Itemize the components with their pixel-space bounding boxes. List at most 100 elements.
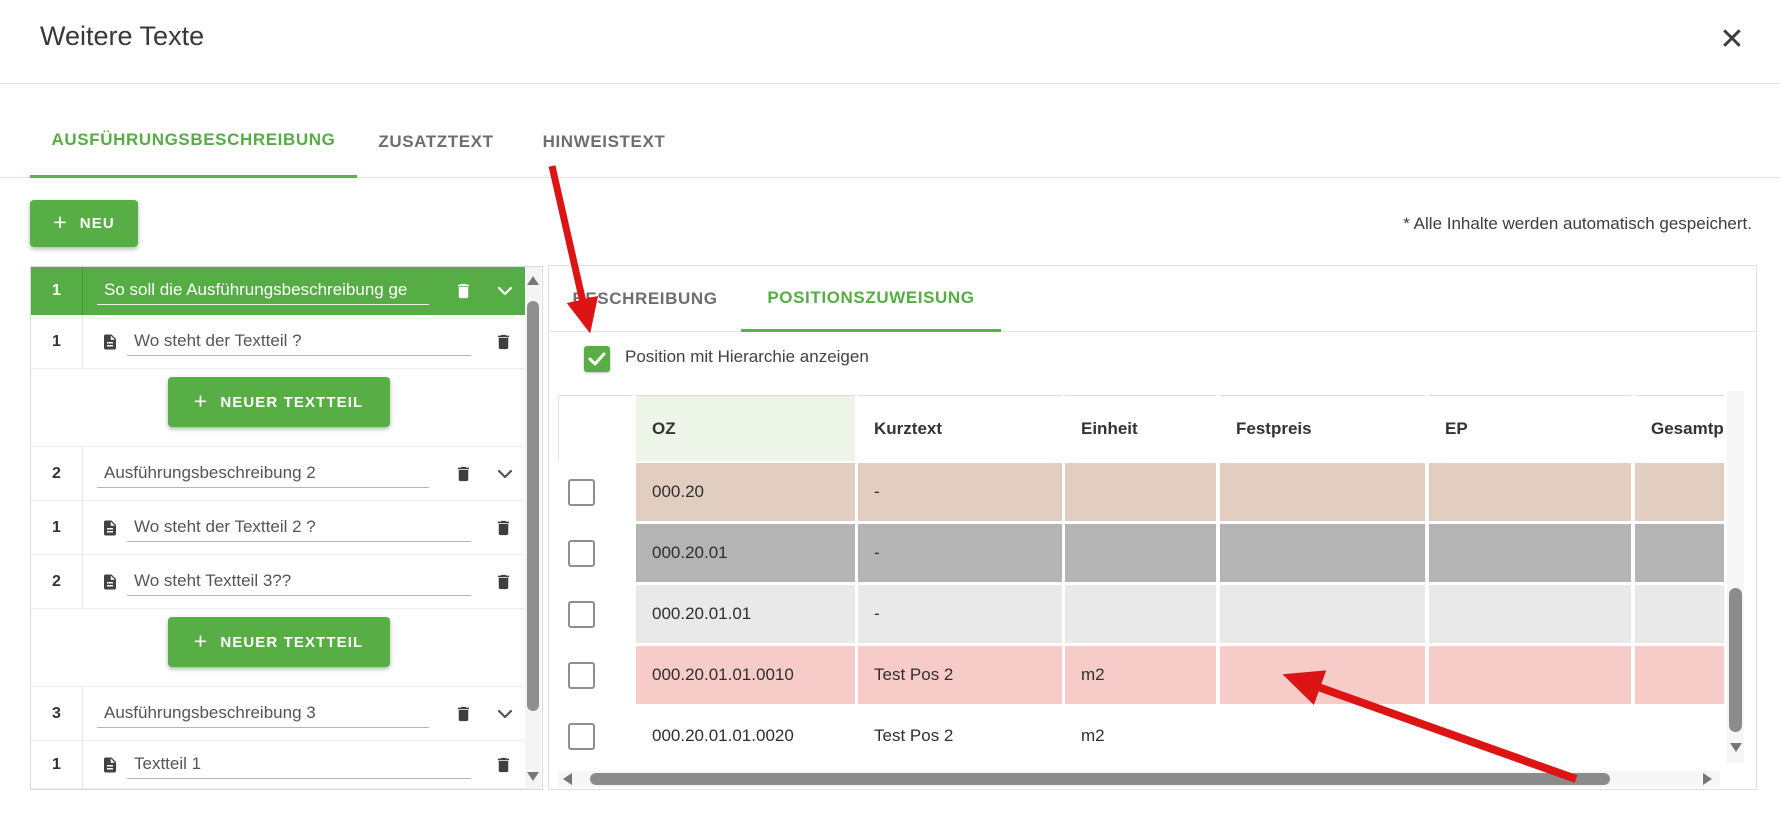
delete-part-button[interactable] — [492, 517, 514, 539]
check-icon — [588, 352, 606, 366]
hierarchy-checkbox[interactable] — [584, 346, 610, 372]
row-checkbox[interactable] — [568, 662, 595, 689]
group-title-input[interactable]: Ausführungsbeschreibung 3 — [97, 700, 429, 728]
text-part-row: 1Wo steht der Textteil ? — [31, 315, 526, 369]
cell-oz: 000.20.01 — [636, 524, 855, 582]
tab-label: BESCHREIBUNG — [572, 289, 717, 309]
new-button[interactable]: + NEU — [30, 200, 138, 247]
text-group-row[interactable]: 3Ausführungsbeschreibung 3 — [31, 687, 526, 741]
scroll-down-icon[interactable] — [1730, 743, 1742, 752]
document-icon — [101, 518, 119, 538]
group-title-input[interactable]: Ausführungsbeschreibung 2 — [97, 460, 429, 488]
cell-ep — [1429, 524, 1631, 582]
add-part-section: +NEUER TEXTTEIL — [31, 617, 526, 687]
scroll-down-icon[interactable] — [527, 772, 539, 781]
cell-festpreis — [1220, 524, 1425, 582]
part-number: 1 — [31, 741, 83, 788]
cell-kurztext: - — [858, 463, 1062, 521]
trash-icon — [494, 572, 513, 592]
row-checkbox[interactable] — [568, 479, 595, 506]
tab-hinweistext[interactable]: HINWEISTEXT — [536, 105, 672, 178]
cell-gesamtpreis — [1635, 646, 1724, 704]
cell-einheit — [1065, 463, 1216, 521]
scroll-left-icon[interactable] — [563, 773, 572, 785]
group-number: 2 — [31, 447, 83, 500]
table-horizontal-scrollbar[interactable] — [558, 771, 1720, 787]
table-vscrollbar-thumb[interactable] — [1729, 588, 1742, 732]
list-scrollbar-thumb[interactable] — [527, 301, 539, 711]
neuer-textteil-button[interactable]: +NEUER TEXTTEIL — [168, 377, 390, 427]
document-icon — [101, 755, 119, 775]
part-text-input[interactable]: Wo steht Textteil 3?? — [127, 568, 471, 596]
tab-beschreibung[interactable]: BESCHREIBUNG — [569, 266, 721, 332]
delete-part-button[interactable] — [492, 571, 514, 593]
tab-label: HINWEISTEXT — [543, 132, 666, 152]
text-part-row: 2 Wo steht Textteil 3?? — [31, 555, 526, 609]
group-title-input[interactable]: So soll die Ausführungsbeschreibung ge — [97, 277, 429, 305]
table-header-checkbox-column — [558, 395, 633, 461]
part-text-input[interactable]: Wo steht der Textteil ? — [127, 328, 471, 356]
row-checkbox[interactable] — [568, 601, 595, 628]
cell-gesamtpreis — [1635, 524, 1724, 582]
row-checkbox-cell — [558, 707, 633, 765]
detail-panel: BESCHREIBUNG POSITIONSZUWEISUNG Position… — [548, 265, 1757, 790]
list-scrollbar[interactable] — [525, 267, 541, 789]
cell-einheit — [1065, 585, 1216, 643]
row-checkbox-cell — [558, 585, 633, 643]
cell-ep — [1429, 463, 1631, 521]
trash-icon — [494, 755, 513, 775]
scroll-up-icon[interactable] — [527, 276, 539, 285]
table-vertical-scrollbar[interactable] — [1727, 391, 1744, 790]
plus-icon: + — [194, 628, 209, 655]
collapse-group-button[interactable] — [494, 703, 516, 725]
delete-part-button[interactable] — [492, 754, 514, 776]
column-header-einheit: Einheit — [1065, 395, 1216, 461]
row-checkbox[interactable] — [568, 540, 595, 567]
dialog-title: Weitere Texte — [40, 21, 204, 52]
tab-label: POSITIONSZUWEISUNG — [767, 288, 974, 308]
cell-kurztext: - — [858, 524, 1062, 582]
tab-ausfuehrungsbeschreibung[interactable]: AUSFÜHRUNGSBESCHREIBUNG — [30, 105, 357, 178]
table-hscrollbar-thumb[interactable] — [590, 773, 1610, 785]
cell-ep — [1429, 646, 1631, 704]
cell-festpreis — [1220, 585, 1425, 643]
cell-ep — [1429, 585, 1631, 643]
neuer-textteil-button[interactable]: +NEUER TEXTTEIL — [168, 617, 390, 667]
text-group-row[interactable]: 1So soll die Ausführungsbeschreibung ge — [31, 267, 526, 315]
part-text-input[interactable]: Wo steht der Textteil 2 ? — [127, 514, 471, 542]
trash-icon — [454, 464, 473, 484]
cell-kurztext: - — [858, 585, 1062, 643]
cell-festpreis — [1220, 646, 1425, 704]
text-group-row[interactable]: 2 Ausführungsbeschreibung 2 — [31, 447, 526, 501]
collapse-group-button[interactable] — [494, 280, 516, 302]
cell-gesamtpreis — [1635, 707, 1724, 765]
delete-part-button[interactable] — [492, 331, 514, 353]
cell-kurztext: Test Pos 2 — [858, 646, 1062, 704]
row-checkbox-cell — [558, 524, 633, 582]
scroll-right-icon[interactable] — [1703, 773, 1712, 785]
part-number: 2 — [31, 555, 83, 608]
delete-group-button[interactable] — [452, 703, 474, 725]
cell-oz: 000.20.01.01.0010 — [636, 646, 855, 704]
cell-einheit — [1065, 524, 1216, 582]
delete-group-button[interactable] — [452, 463, 474, 485]
delete-group-button[interactable] — [452, 280, 474, 302]
close-button[interactable]: ✕ — [1712, 20, 1752, 60]
part-number: 1 — [31, 501, 83, 554]
row-checkbox-cell — [558, 463, 633, 521]
header-divider — [0, 83, 1780, 84]
chevron-down-icon — [497, 286, 513, 296]
column-header-gesamtpreis: Gesamtpr — [1635, 395, 1724, 461]
document-icon — [101, 332, 119, 352]
close-icon: ✕ — [1719, 23, 1744, 56]
part-text-input[interactable]: Textteil 1 — [127, 751, 471, 779]
row-checkbox[interactable] — [568, 723, 595, 750]
text-groups-list: 1So soll die Ausführungsbeschreibung ge1… — [30, 266, 543, 790]
cell-ep — [1429, 707, 1631, 765]
collapse-group-button[interactable] — [494, 463, 516, 485]
weitere-texte-dialog: Weitere Texte ✕ AUSFÜHRUNGSBESCHREIBUNG … — [0, 0, 1780, 813]
hierarchy-checkbox-label: Position mit Hierarchie anzeigen — [625, 347, 869, 367]
tab-zusatztext[interactable]: ZUSATZTEXT — [369, 105, 503, 178]
trash-icon — [494, 332, 513, 352]
tab-positionszuweisung[interactable]: POSITIONSZUWEISUNG — [741, 266, 1001, 332]
